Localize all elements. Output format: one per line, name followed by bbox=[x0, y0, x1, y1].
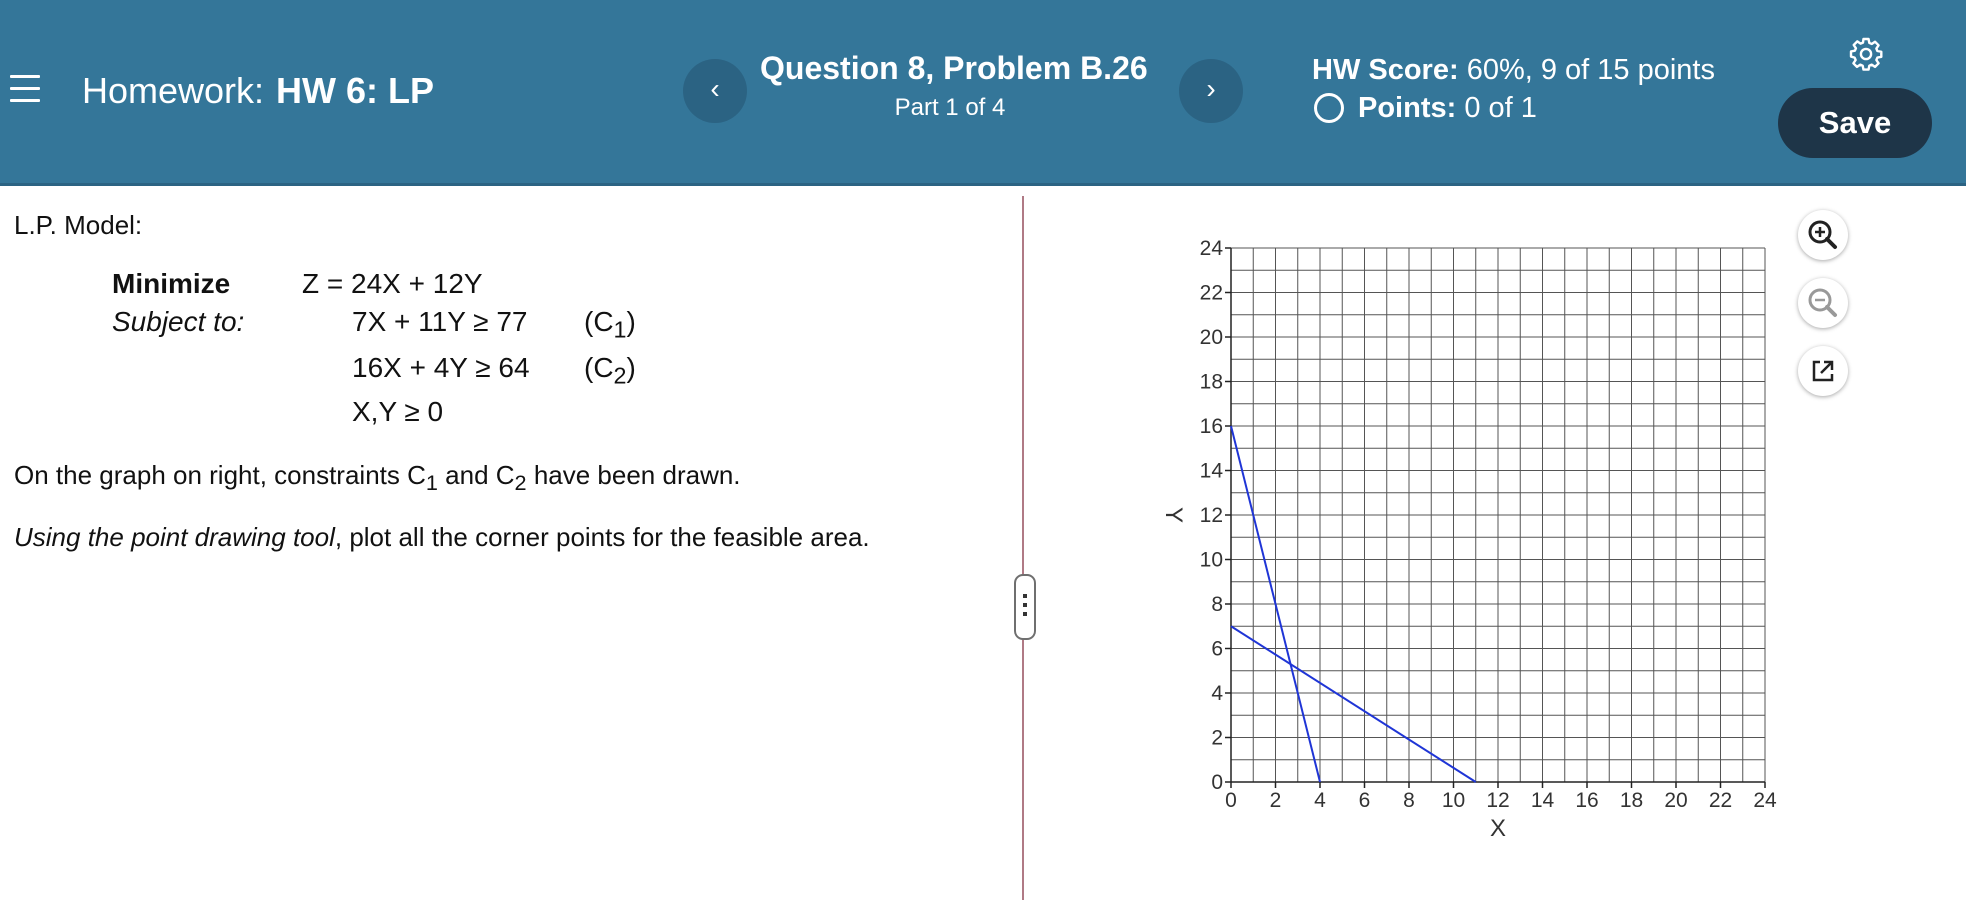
constraint-1-tag: (C1) bbox=[584, 306, 636, 343]
x-tick-label: 16 bbox=[1575, 789, 1598, 812]
x-tick-label: 0 bbox=[1225, 789, 1237, 812]
x-tick-label: 22 bbox=[1709, 789, 1732, 812]
points-label: Points: bbox=[1358, 92, 1457, 124]
zoom-out-icon bbox=[1808, 288, 1837, 317]
y-axis-label: Y bbox=[1160, 507, 1187, 523]
resize-handle[interactable] bbox=[1014, 574, 1036, 640]
hw-score-label: HW Score: bbox=[1312, 54, 1459, 86]
homework-name: HW 6: LP bbox=[276, 70, 435, 111]
y-tick-label: 20 bbox=[1200, 326, 1223, 349]
homework-title: Homework: HW 6: LP bbox=[82, 70, 434, 112]
minimize-label: Minimize bbox=[112, 268, 231, 299]
y-tick-label: 2 bbox=[1211, 727, 1223, 750]
instruction-constraints-drawn: On the graph on right, constraints C1 an… bbox=[14, 460, 741, 496]
problem-panel: L.P. Model: Minimize Z = 24X + 12Y Subje… bbox=[0, 190, 1020, 900]
popout-button[interactable] bbox=[1798, 346, 1848, 396]
gear-icon[interactable] bbox=[1848, 36, 1884, 72]
zoom-out-button[interactable] bbox=[1798, 278, 1848, 328]
instruction-plot-points: Using the point drawing tool, plot all t… bbox=[14, 522, 870, 552]
y-tick-label: 10 bbox=[1200, 549, 1223, 572]
y-tick-label: 24 bbox=[1200, 237, 1224, 260]
x-tick-label: 2 bbox=[1270, 789, 1282, 812]
nonnegativity-constraint: X,Y ≥ 0 bbox=[352, 396, 444, 427]
x-tick-label: 8 bbox=[1403, 789, 1415, 812]
y-tick-label: 6 bbox=[1211, 638, 1223, 661]
x-tick-label: 12 bbox=[1486, 789, 1509, 812]
y-tick-label: 0 bbox=[1211, 771, 1223, 794]
points: Points: 0 of 1 bbox=[1312, 92, 1537, 125]
x-tick-label: 14 bbox=[1531, 789, 1555, 812]
y-tick-label: 8 bbox=[1211, 593, 1223, 616]
zoom-in-button[interactable] bbox=[1798, 210, 1848, 260]
previous-question-button[interactable]: ‹ bbox=[683, 59, 747, 123]
question-part: Part 1 of 4 bbox=[894, 94, 1006, 121]
x-tick-label: 4 bbox=[1314, 789, 1326, 812]
lp-graph[interactable]: 0 2 4 6 8 10 12 14 16 18 20 22 240246810121416182022… bbox=[1150, 226, 1790, 856]
popout-icon bbox=[1812, 360, 1834, 382]
constraint-2-tag: (C2) bbox=[584, 352, 636, 389]
question-title: Question 8, Problem B.26 bbox=[760, 50, 1148, 86]
model-label: L.P. Model: bbox=[14, 210, 143, 240]
y-tick-label: 14 bbox=[1200, 460, 1224, 483]
x-tick-label: 10 bbox=[1442, 789, 1465, 812]
points-status-icon bbox=[1314, 93, 1344, 123]
hw-score-value: 60%, 9 of 15 points bbox=[1466, 54, 1715, 86]
next-question-button[interactable]: › bbox=[1179, 59, 1243, 123]
menu-icon[interactable] bbox=[10, 74, 42, 104]
subject-to-label: Subject to: bbox=[112, 306, 245, 337]
y-tick-label: 12 bbox=[1200, 504, 1223, 527]
panel-divider bbox=[1022, 196, 1024, 900]
y-tick-label: 4 bbox=[1211, 682, 1223, 705]
x-tick-label: 20 bbox=[1664, 789, 1687, 812]
y-tick-label: 18 bbox=[1200, 371, 1223, 394]
x-axis-label: X bbox=[1490, 815, 1506, 842]
top-bar: Homework: HW 6: LP ‹ Question 8, Problem … bbox=[0, 0, 1966, 186]
y-tick-label: 22 bbox=[1200, 282, 1223, 305]
constraint-1: 7X + 11Y ≥ 77 bbox=[352, 306, 528, 337]
x-tick-label: 6 bbox=[1359, 789, 1371, 812]
x-tick-label: 18 bbox=[1620, 789, 1643, 812]
homework-prefix: Homework: bbox=[82, 70, 265, 111]
constraint-2: 16X + 4Y ≥ 64 bbox=[352, 352, 530, 383]
points-value: 0 of 1 bbox=[1464, 92, 1537, 124]
save-button[interactable]: Save bbox=[1778, 88, 1932, 158]
y-tick-label: 16 bbox=[1200, 415, 1223, 438]
hw-score: HW Score: 60%, 9 of 15 points bbox=[1312, 54, 1715, 87]
objective-function: Z = 24X + 12Y bbox=[302, 268, 483, 299]
zoom-in-icon bbox=[1808, 220, 1837, 249]
x-tick-label: 24 bbox=[1753, 789, 1777, 812]
